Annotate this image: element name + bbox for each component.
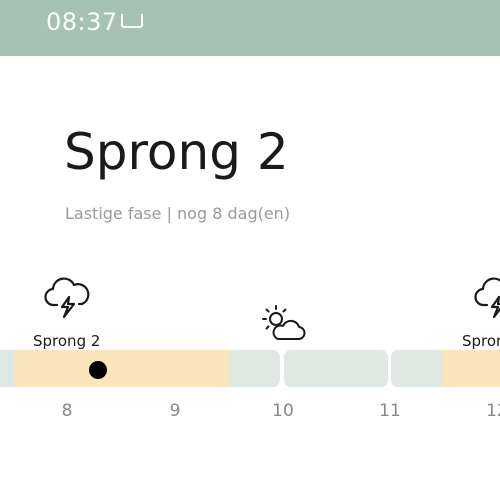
week-number: 12: [486, 401, 500, 421]
leap-label: Sprong 2: [33, 332, 101, 350]
calm-period-segment: [284, 350, 388, 387]
current-day-marker: [89, 361, 107, 379]
thunderstorm-cloud-icon: [474, 277, 500, 319]
calm-period-segment: [0, 350, 14, 387]
notification-icon: [121, 14, 143, 28]
leap-status-subtitle: Lastige fase | nog 8 dag(en): [65, 204, 291, 223]
leap-label: Sprong: [462, 332, 500, 350]
week-number: 9: [169, 401, 181, 421]
thunderstorm-cloud-icon: [44, 277, 90, 319]
week-number: 10: [272, 401, 294, 421]
week-number: 11: [379, 401, 401, 421]
fussy-period-segment: [14, 350, 230, 387]
calm-period-segment: [230, 350, 280, 387]
page-title: Sprong 2: [64, 123, 289, 181]
calm-period-segment: [391, 350, 443, 387]
sun-behind-cloud-icon: [262, 305, 306, 340]
fussy-period-segment: [443, 350, 500, 387]
leap-timeline[interactable]: Sprong 2 Sprong 8 9 10 11 12: [0, 262, 500, 432]
week-number: 8: [61, 401, 73, 421]
status-bar: 08:37: [0, 0, 500, 56]
status-time: 08:37: [46, 8, 118, 36]
